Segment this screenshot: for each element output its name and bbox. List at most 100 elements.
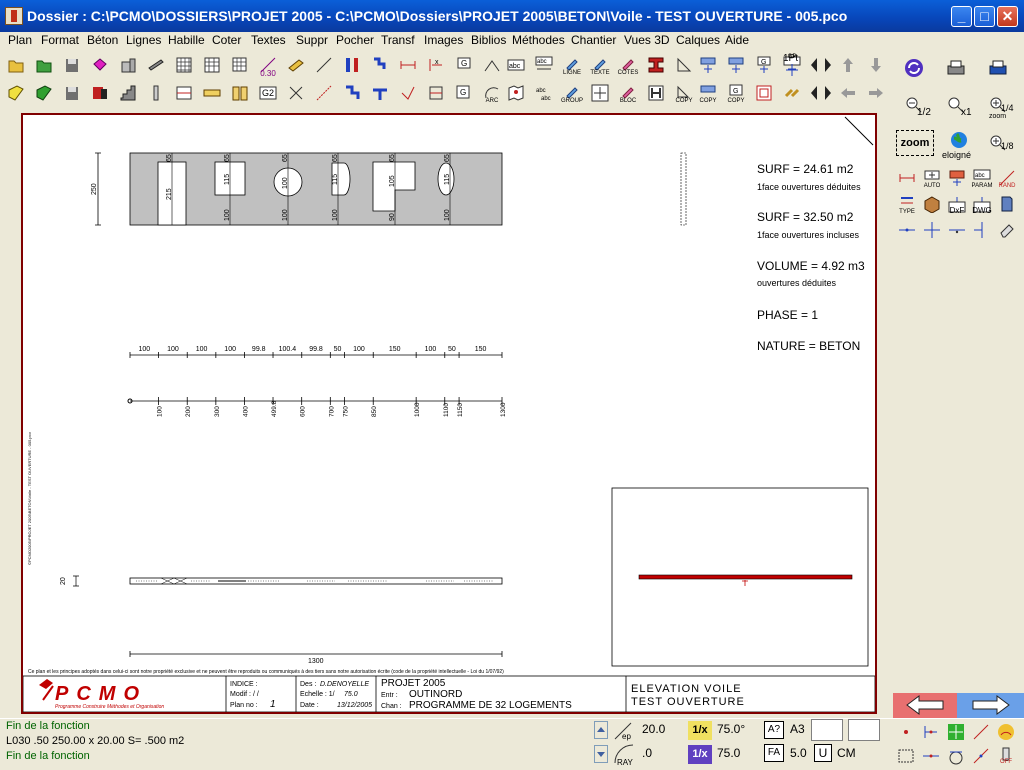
scissors-button[interactable] [283,80,309,106]
menu-lignes[interactable]: Lignes [126,33,161,47]
menu-pocher[interactable]: Pocher [336,33,374,47]
copy1-button[interactable]: COPY [671,80,697,106]
abc-button[interactable]: abc [503,52,529,78]
dxf-tool[interactable]: DxF [944,191,968,217]
building-button[interactable] [115,52,141,78]
grid2-button[interactable] [199,52,225,78]
abc-abc-button[interactable]: abc abc [531,80,557,106]
save-button[interactable] [59,52,85,78]
menu-textes[interactable]: Textes [251,33,286,47]
grid-button[interactable] [171,52,197,78]
maximize-button[interactable]: □ [974,6,995,27]
thickness-button[interactable]: 0.30 [255,52,281,78]
prev-next-2-button[interactable] [805,80,835,106]
zoom-out-half-button[interactable]: 1/2 [898,90,934,120]
menu-coter[interactable]: Coter [212,33,241,47]
beam-button[interactable] [143,52,169,78]
eloigne-button[interactable]: eloigné [940,128,976,160]
menu-aide[interactable]: Aide [725,33,749,47]
measure-button[interactable] [671,52,697,78]
dim2-button[interactable] [423,80,449,106]
zoom-in-quarter-button[interactable]: 1/4 zoom [982,90,1018,120]
up-arrow-button[interactable] [835,52,861,78]
move2-button[interactable] [723,52,749,78]
menu-suppr[interactable]: Suppr [296,33,328,47]
new-button[interactable] [3,80,29,106]
menu-chantier[interactable]: Chantier [571,33,616,47]
shape-button[interactable] [87,52,113,78]
g2-button[interactable]: G2 [255,80,281,106]
column-button[interactable] [143,80,169,106]
scale-ratio-button[interactable]: 1/x [688,745,712,764]
h-section-button[interactable] [643,80,669,106]
group-button[interactable]: GROUP [559,80,585,106]
scale-value[interactable]: 75.0 [714,743,762,763]
texte-button[interactable]: TEXTE [587,52,613,78]
close-button[interactable]: ✕ [997,6,1018,27]
print-button[interactable] [940,53,970,83]
menu-calques[interactable]: Calques [676,33,720,47]
auto-tool[interactable]: AUTO [919,165,943,191]
menu-vues3d[interactable]: Vues 3D [624,33,670,47]
copy2-button[interactable]: COPY [695,80,721,106]
ruler2-button[interactable] [199,80,225,106]
frame-button[interactable] [171,80,197,106]
ep-value[interactable]: 20.0 [639,719,681,739]
refresh-button[interactable] [898,53,928,83]
snap-h-tool[interactable] [894,217,918,243]
bloc-button[interactable]: BLOC [615,80,641,106]
snap-mid-tool[interactable] [918,743,942,767]
snap-line-tool[interactable] [968,719,992,743]
move-button[interactable] [695,52,721,78]
snap-cross-tool[interactable] [943,719,967,743]
wall-elevation[interactable]: 215 115 100 115 105 115 65 65 65 65 65 6… [91,152,503,226]
wall-plan-strip[interactable] [129,577,503,585]
g-button[interactable]: G [451,52,477,78]
frame-plus-button[interactable] [587,80,613,106]
red-frame-button[interactable] [751,80,777,106]
cotes-button[interactable]: COTES [615,52,641,78]
section-button[interactable] [643,52,669,78]
snap-diag-tool[interactable] [968,743,992,767]
left-arrow-button[interactable] [835,80,861,106]
wall-button[interactable] [339,52,365,78]
menu-habille[interactable]: Habille [168,33,205,47]
corner-button[interactable] [367,52,393,78]
menu-plan[interactable]: Plan [8,33,32,47]
spin-down-button[interactable] [594,745,608,763]
open-green-button[interactable] [31,52,57,78]
copy3-button[interactable]: G COPY [723,80,749,106]
abc-arrow-button[interactable]: abc [531,52,557,78]
grid3-button[interactable] [227,52,253,78]
map-button[interactable] [503,80,529,106]
app-icon[interactable] [5,7,23,25]
unit-value[interactable]: CM [834,743,864,763]
off-tool[interactable]: OFF [993,743,1017,767]
menu-transf[interactable]: Transf [381,33,415,47]
ligne-button[interactable]: LIGNE [559,52,585,78]
redo-arrow-button[interactable] [957,693,1024,718]
menu-format[interactable]: Format [41,33,79,47]
color-button[interactable] [87,80,113,106]
section-preview[interactable] [611,487,869,667]
green-shape-button[interactable] [31,80,57,106]
snap-point-tool[interactable] [944,217,968,243]
open-plan-button[interactable] [3,52,29,78]
wall-section-thin[interactable] [680,152,687,226]
fa-value[interactable]: 5.0 [787,743,811,763]
snap-arc-tool[interactable] [993,719,1017,743]
drawing-canvas[interactable]: ©PCMO2005\PROJET 2005\BETON\Voile - TEST… [21,113,877,714]
rand-tool[interactable]: RAND [994,165,1018,191]
right-arrow-button[interactable] [863,80,889,106]
3d-tool[interactable] [919,191,943,217]
format-box-1[interactable] [811,719,843,741]
down-arrow-button[interactable] [863,52,889,78]
snap-button[interactable] [395,80,421,106]
angle-button[interactable] [479,52,505,78]
drawing-svg[interactable]: ©PCMO2005\PROJET 2005\BETON\Voile - TEST… [22,115,876,713]
zoom-x1-button[interactable]: x1 [940,90,976,120]
param-tool[interactable]: abc PARAM [969,165,993,191]
ray-button[interactable]: RAY [613,743,636,767]
tee-button[interactable] [367,80,393,106]
eraser-tool[interactable] [994,217,1018,243]
